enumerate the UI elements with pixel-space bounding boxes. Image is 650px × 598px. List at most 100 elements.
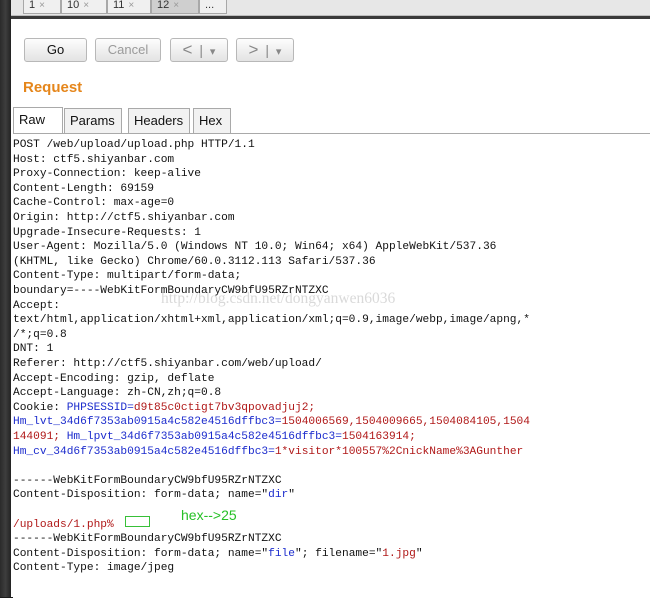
line-segment: " [288,489,295,502]
request-line: Hm_lvt_34d6f7353ab0915a4c582e4516dffbc3=… [13,415,530,430]
line-segment: Content-Length: 69159 [13,182,154,195]
tab-params[interactable]: Params [64,108,122,133]
request-tab-bar: 1 × 10 × 11 × 12 × ... [11,0,650,16]
go-button[interactable]: Go [24,38,87,62]
line-segment: Accept-Language: zh-CN,zh;q=0.8 [13,387,222,400]
line-segment: Referer: http://ctf5.shiyanbar.com/web/u… [13,358,322,370]
tab-hex[interactable]: Hex [193,108,231,133]
tab-label: 10 [67,0,80,11]
request-line: text/html,application/xhtml+xml,applicat… [13,313,530,328]
request-line: Proxy-Connection: keep-alive [13,167,201,182]
tab-label: 1 [29,0,36,11]
line-segment: file [268,547,295,560]
line-segment: 144091; [13,431,67,443]
request-line: Accept: [13,299,60,314]
request-line: Content-Disposition: form-data; name="di… [13,488,295,503]
chevron-down-icon[interactable]: ▾ [276,46,282,58]
chevron-down-icon[interactable]: ▾ [210,46,216,58]
line-segment: d9t85c0ctigt7bv3qpovadjuj2; [133,401,316,414]
line-segment: Origin: http://ctf5.shiyanbar.com [13,212,235,224]
highlight-box [125,516,150,527]
request-line: ------WebKitFormBoundaryCW9bfU95RZrNTZXC [13,474,282,489]
divider: | [265,42,270,58]
line-segment: 1504163914; [341,431,416,443]
request-line: Upgrade-Insecure-Requests: 1 [13,226,201,241]
tab-12[interactable]: 12 × [151,0,199,14]
line-segment: = [268,445,275,458]
hex-annotation: hex-->25 [181,507,237,523]
line-segment: Cookie: [13,401,67,414]
request-line: /uploads/1.php% [13,518,114,533]
request-title: Request [23,79,83,96]
line-segment: /uploads/1.php% [13,518,114,531]
line-segment: boundary=----WebKitFormBoundaryCW9bfU95R… [13,285,329,297]
request-line: Content-Disposition: form-data; name="fi… [13,547,423,562]
close-icon[interactable]: × [173,0,179,11]
divider: | [199,42,204,58]
forward-button[interactable]: > | ▾ [236,38,294,62]
close-icon[interactable]: × [128,0,134,11]
tab-label: ... [205,0,215,11]
request-line: Cookie: PHPSESSID=d9t85c0ctigt7bv3qpovad… [13,401,315,416]
request-line: Referer: http://ctf5.shiyanbar.com/web/u… [13,357,322,372]
line-segment: User-Agent: Mozilla/5.0 (Windows NT 10.0… [13,241,497,254]
request-line: Accept-Language: zh-CN,zh;q=0.8 [13,386,221,401]
line-segment: " [415,547,423,560]
line-segment: /*;q=0.8 [13,328,67,341]
line-segment: DNT: 1 [13,343,54,356]
request-line: Host: ctf5.shiyanbar.com [13,153,174,168]
line-segment: text/html,application/xhtml+xml,applicat… [13,314,530,327]
tab-1[interactable]: 1 × [23,0,61,14]
line-segment: Accept-Encoding: gzip, deflate [13,372,215,385]
forward-arrow-icon: > [248,40,259,59]
request-line: Content-Type: image/jpeg [13,561,174,576]
tab-more[interactable]: ... [199,0,227,14]
repeater-panel: Go Cancel < | ▾ > | ▾ Request Raw Params… [11,16,650,598]
line-segment: Upgrade-Insecure-Requests: 1 [13,226,201,239]
close-icon[interactable]: × [83,0,89,11]
line-segment: 1.jpg [382,547,416,560]
tab-label: 12 [157,0,170,11]
line-segment: Content-Type: image/jpeg [13,562,175,575]
line-segment: Hm_lvt_34d6f7353ab0915a4c582e4516dffbc3 [13,416,275,429]
line-segment: PHPSESSID [66,401,128,414]
line-segment: Hm_cv_34d6f7353ab0915a4c582e4516dffbc3 [13,445,269,458]
close-icon[interactable]: × [39,0,45,11]
line-segment: Content-Type: multipart/form-data; [13,270,242,283]
line-segment: = [127,401,134,414]
tab-10[interactable]: 10 × [61,0,107,14]
request-line: Accept-Encoding: gzip, deflate [13,372,214,387]
request-line: User-Agent: Mozilla/5.0 (Windows NT 10.0… [13,240,496,255]
line-segment: POST /web/upload/upload.php HTTP/1.1 [13,139,255,151]
back-arrow-icon: < [182,40,193,59]
request-line: 144091; Hm_lpvt_34d6f7353ab0915a4c582e45… [13,430,416,445]
request-line: boundary=----WebKitFormBoundaryCW9bfU95R… [13,284,329,299]
back-button[interactable]: < | ▾ [170,38,228,62]
tab-11[interactable]: 11 × [107,0,151,14]
tab-headers[interactable]: Headers [128,108,190,133]
request-line: Cache-Control: max-age=0 [13,196,174,211]
line-segment: = [274,416,282,429]
window-edge [0,0,11,597]
line-segment: Host: ctf5.shiyanbar.com [13,153,175,166]
tab-label: 11 [113,0,125,11]
line-segment: 1504006569,1504009665,1504084105,1504 [281,416,530,429]
line-segment: Accept: [13,299,60,312]
cancel-button[interactable]: Cancel [95,38,161,62]
line-segment: Content-Disposition: form-data; name=" [13,547,269,560]
request-line: /*;q=0.8 [13,328,67,343]
line-segment: (KHTML, like Gecko) Chrome/60.0.3112.113… [13,255,376,268]
raw-request-editor[interactable]: http://blog.csdn.net/dongyanwen6036 hex-… [13,133,650,598]
line-segment: ------WebKitFormBoundaryCW9bfU95RZrNTZXC [13,474,282,487]
tab-raw[interactable]: Raw [13,107,63,133]
line-segment: "; filename=" [294,547,383,560]
line-segment: ------WebKitFormBoundaryCW9bfU95RZrNTZXC [13,533,282,546]
line-segment: dir [268,489,289,502]
line-segment: Content-Disposition: form-data; name=" [13,489,269,502]
request-line: Content-Length: 69159 [13,182,154,197]
line-segment: Hm_lpvt_34d6f7353ab0915a4c582e4516dffbc3 [66,431,336,443]
request-line: Content-Type: multipart/form-data; [13,269,241,284]
line-segment: 1*visitor*100557%2CnickName%3AGunther [274,445,524,458]
line-segment: = [335,431,342,443]
line-segment: Proxy-Connection: keep-alive [13,168,201,181]
